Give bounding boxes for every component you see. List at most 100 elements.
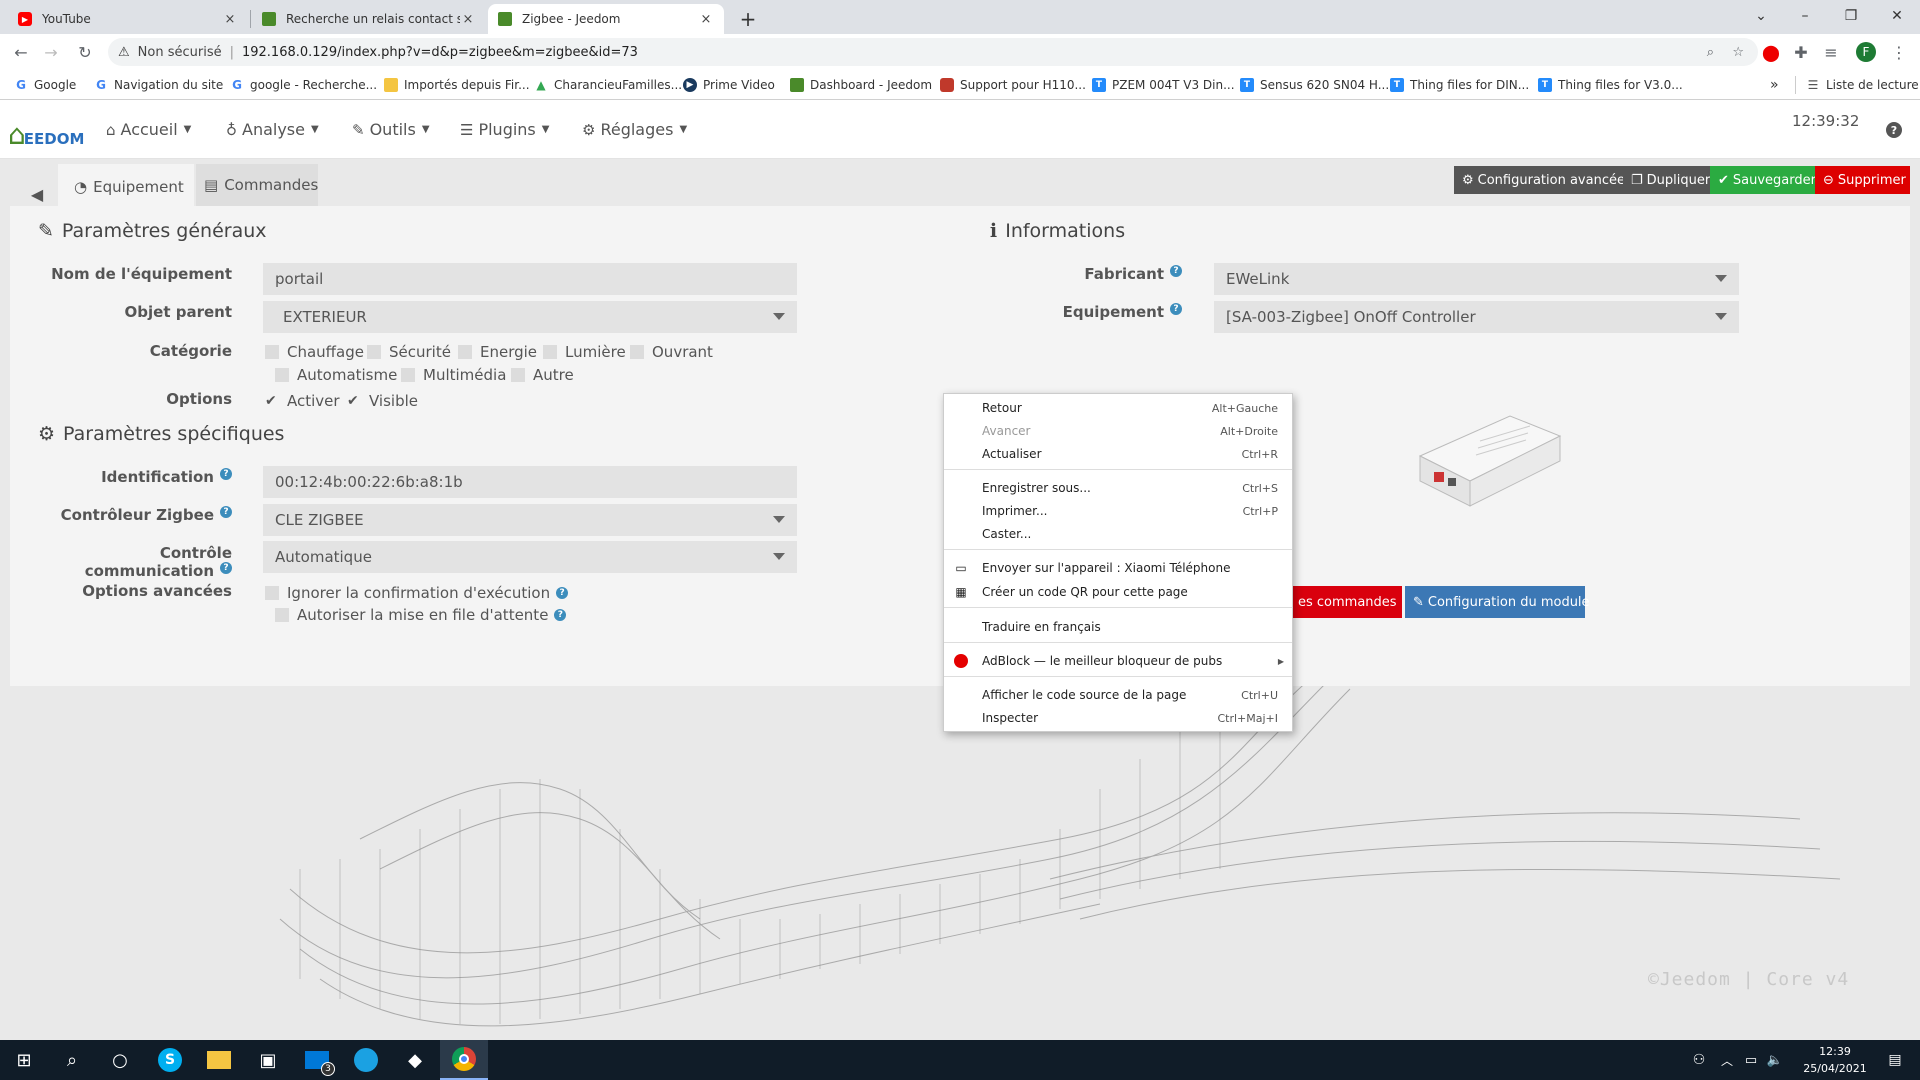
bookmark-star-icon[interactable]: ☆ — [1732, 45, 1744, 60]
minimize-icon[interactable]: – — [1782, 0, 1828, 32]
forward-icon[interactable]: → — [40, 41, 62, 63]
help-icon[interactable]: ? — [220, 562, 232, 574]
checkbox-box[interactable] — [265, 345, 279, 359]
skype-icon[interactable]: S — [146, 1040, 194, 1080]
jeedom-logo[interactable]: ⌂ EEDOM — [8, 110, 84, 150]
communication-select[interactable]: Automatique — [263, 541, 797, 573]
bookmark-thing-v3[interactable]: T Thing files for V3.0... — [1538, 76, 1683, 94]
media-icon[interactable]: ≡ — [1820, 41, 1842, 63]
option-visible[interactable]: ✔ Visible — [347, 392, 418, 410]
category-ouvrant[interactable]: Ouvrant — [630, 343, 713, 361]
checkbox-box[interactable] — [401, 368, 415, 382]
tab-equipement[interactable]: ◔ Equipement — [58, 164, 194, 211]
profile-avatar[interactable]: F — [1855, 41, 1877, 63]
category-securite[interactable]: Sécurité — [367, 343, 451, 361]
menu-item-send-device[interactable]: ▭ Envoyer sur l'appareil : Xiaomi Télépho… — [944, 557, 1292, 579]
clock-area[interactable]: 12:39 25/04/2021 — [1795, 1043, 1875, 1077]
controller-select[interactable]: CLE ZIGBEE — [263, 504, 797, 536]
extensions-icon[interactable]: ✚ — [1790, 41, 1812, 63]
bookmark-pzem[interactable]: T PZEM 004T V3 Din... — [1092, 76, 1235, 94]
parent-object-select[interactable]: EXTERIEUR — [263, 301, 797, 333]
bookmark-imported[interactable]: Importés depuis Fir... — [384, 76, 530, 94]
help-icon[interactable]: ? — [1886, 122, 1902, 138]
search-icon[interactable]: ⌕ — [48, 1040, 96, 1080]
file-explorer-icon[interactable] — [195, 1040, 243, 1080]
edge-icon[interactable] — [342, 1040, 390, 1080]
nav-analyse[interactable]: ♁ Analyse ▼ — [226, 120, 319, 139]
category-lumiere[interactable]: Lumière — [543, 343, 626, 361]
menu-item-enregistrer[interactable]: Enregistrer sous... Ctrl+S — [944, 477, 1292, 499]
menu-item-adblock[interactable]: AdBlock — le meilleur bloqueur de pubs ▶ — [944, 650, 1292, 672]
menu-icon[interactable]: ⋮ — [1888, 41, 1910, 63]
help-icon[interactable]: ? — [556, 587, 569, 599]
help-icon[interactable]: ? — [554, 609, 567, 621]
chrome-icon[interactable] — [440, 1040, 488, 1080]
close-tab-icon[interactable]: × — [698, 12, 714, 27]
checkmark-icon[interactable]: ✔ — [265, 393, 279, 409]
notifications-icon[interactable]: ▤ — [1875, 1040, 1915, 1080]
bookmark-support[interactable]: Support pour H110... — [940, 76, 1086, 94]
option-activer[interactable]: ✔ Activer — [265, 392, 340, 410]
nav-accueil[interactable]: ⌂ Accueil ▼ — [106, 120, 191, 139]
category-multimedia[interactable]: Multimédia — [401, 366, 506, 384]
checkbox-box[interactable] — [543, 345, 557, 359]
help-icon[interactable]: ? — [220, 468, 232, 480]
address-bar[interactable]: ⚠ Non sécurisé | 192.168.0.129/index.php… — [108, 38, 1758, 66]
delete-button[interactable]: ⊖ Supprimer — [1815, 166, 1910, 194]
maker-select[interactable]: EWeLink — [1214, 263, 1739, 295]
zoom-icon[interactable]: ⌕ — [1707, 45, 1714, 60]
reload-icon[interactable]: ↻ — [74, 41, 96, 63]
bookmark-google[interactable]: G Google — [14, 76, 76, 94]
volume-icon[interactable]: 🔈 — [1763, 1040, 1787, 1080]
module-config-button[interactable]: ✎ Configuration du module — [1405, 586, 1590, 618]
identification-input[interactable]: 00:12:4b:00:22:6b:a8:1b — [263, 466, 797, 498]
checkbox-box[interactable] — [275, 368, 289, 382]
commands-button[interactable]: es commandes — [1290, 586, 1402, 618]
help-icon[interactable]: ? — [1170, 265, 1182, 277]
menu-item-avancer[interactable]: Avancer Alt+Droite — [944, 420, 1292, 442]
checkmark-icon[interactable]: ✔ — [347, 393, 361, 409]
nav-reglages[interactable]: ⚙ Réglages ▼ — [582, 120, 687, 139]
duplicate-button[interactable]: ❐ Dupliquer — [1623, 166, 1719, 194]
equipment-name-input[interactable]: portail — [263, 263, 797, 295]
bookmark-charancieu[interactable]: ▲ CharancieuFamilles... — [534, 76, 682, 94]
kodi-icon[interactable]: ◆ — [391, 1040, 439, 1080]
reading-list[interactable]: ☰ Liste de lecture — [1806, 76, 1919, 94]
checkbox-box[interactable] — [511, 368, 525, 382]
nav-outils[interactable]: ✎ Outils ▼ — [352, 120, 430, 139]
menu-item-caster[interactable]: Caster... — [944, 523, 1292, 545]
category-autre[interactable]: Autre — [511, 366, 574, 384]
menu-item-translate[interactable]: Traduire en français — [944, 616, 1292, 638]
checkbox-box[interactable] — [275, 608, 289, 622]
bookmark-thing-din[interactable]: T Thing files for DIN... — [1390, 76, 1529, 94]
category-automatisme[interactable]: Automatisme — [275, 366, 397, 384]
adblock-extension-icon[interactable]: ⬤ — [1760, 41, 1782, 63]
menu-item-imprimer[interactable]: Imprimer... Ctrl+P — [944, 500, 1292, 522]
checkbox-box[interactable] — [458, 345, 472, 359]
category-chauffage[interactable]: Chauffage — [265, 343, 364, 361]
close-window-icon[interactable]: ✕ — [1874, 0, 1920, 32]
close-tab-icon[interactable]: × — [222, 12, 238, 27]
new-tab-button[interactable]: + — [730, 4, 766, 34]
checkbox-box[interactable] — [367, 345, 381, 359]
menu-item-actualiser[interactable]: Actualiser Ctrl+R — [944, 443, 1292, 465]
bookmark-dashboard-jeedom[interactable]: Dashboard - Jeedom — [790, 76, 932, 94]
store-icon[interactable]: ▣ — [244, 1040, 292, 1080]
cortana-icon[interactable]: ○ — [96, 1040, 144, 1080]
tab-search-icon[interactable]: ⌄ — [1738, 0, 1784, 32]
bookmarks-more-button[interactable]: » — [1770, 76, 1779, 94]
advanced-config-button[interactable]: ⚙ Configuration avancée — [1454, 166, 1633, 194]
help-icon[interactable]: ? — [1170, 303, 1182, 315]
bookmark-sensus[interactable]: T Sensus 620 SN04 H... — [1240, 76, 1389, 94]
nav-plugins[interactable]: ☰ Plugins ▼ — [460, 120, 549, 139]
tab-commandes[interactable]: ▤ Commandes — [196, 164, 318, 206]
category-energie[interactable]: Energie — [458, 343, 537, 361]
tray-chevron-icon[interactable]: ︿ — [1715, 1040, 1739, 1080]
bookmark-prime-video[interactable]: ▶ Prime Video — [683, 76, 775, 94]
back-icon[interactable]: ← — [10, 41, 32, 63]
save-button[interactable]: ✔ Sauvegarder — [1710, 166, 1824, 194]
help-icon[interactable]: ? — [220, 506, 232, 518]
mail-icon[interactable]: 3 — [293, 1040, 341, 1080]
menu-item-view-source[interactable]: Afficher le code source de la page Ctrl+U — [944, 684, 1292, 706]
bookmark-google-search[interactable]: Ggoogle - Recherche... — [230, 76, 377, 94]
